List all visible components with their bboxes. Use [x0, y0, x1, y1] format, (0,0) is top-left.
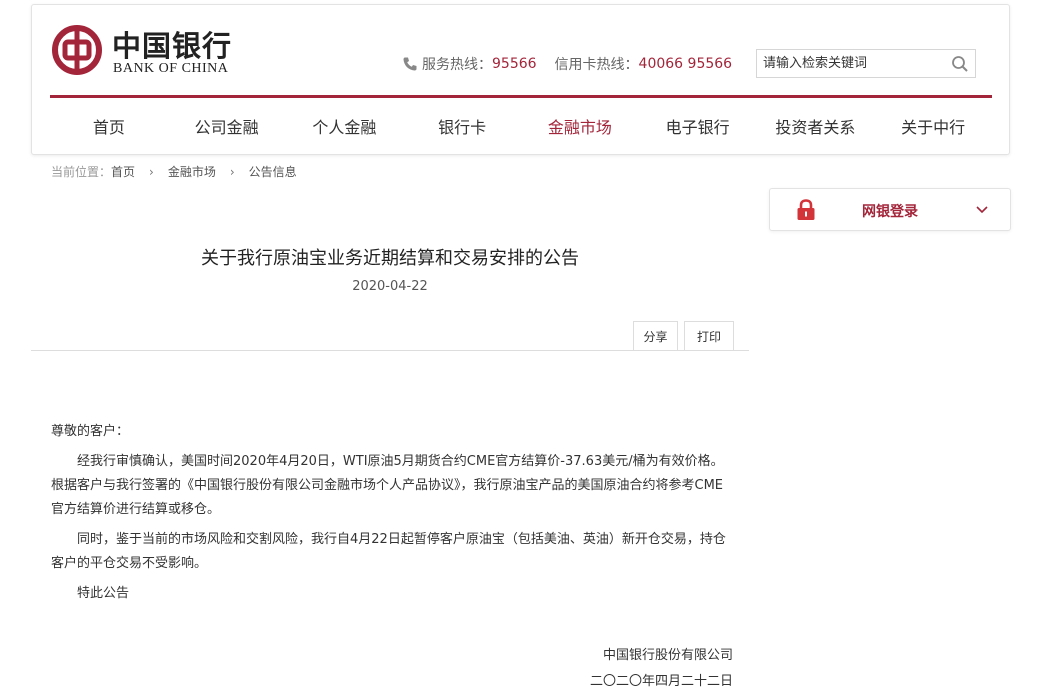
search-input[interactable] — [757, 50, 947, 77]
article-body: 尊敬的客户： 经我行审慎确认，美国时间2020年4月20日，WTI原油5月期货合… — [51, 420, 735, 612]
nav-item-financial-markets[interactable]: 金融市场 — [521, 98, 639, 154]
article-title: 关于我行原油宝业务近期结算和交易安排的公告 — [201, 248, 579, 269]
paragraph-suspension: 同时，鉴于当前的市场风险和交割风险，我行自4月22日起暂停客户原油宝（包括美油、… — [51, 532, 726, 571]
breadcrumb: 当前位置： 首页 › 金融市场 › 公告信息 — [51, 163, 297, 180]
main-nav: 首页 公司金融 个人金融 银行卡 金融市场 电子银行 投资者关系 关于中行 — [50, 98, 992, 154]
logo-chinese-name: 中国银行 — [112, 29, 233, 63]
search-box — [756, 49, 976, 78]
lock-icon — [797, 199, 815, 220]
hotlines: 服务热线： 95566 信用卡热线： 40066 95566 — [402, 54, 732, 74]
bank-of-china-logo-icon — [52, 25, 102, 75]
closing-line: 特此公告 — [77, 586, 130, 601]
article-tools: 分享 打印 — [633, 321, 734, 350]
credit-hotline-number: 40066 95566 — [638, 56, 733, 72]
signature-date: 二〇二〇年四月二十二日 — [589, 674, 733, 689]
nav-item-about[interactable]: 关于中行 — [874, 98, 992, 154]
site-header: 中国银行 BANK OF CHINA 服务热线： 95566 信用卡热线： 40… — [31, 4, 1010, 155]
credit-hotline-label: 信用卡热线： — [554, 57, 639, 73]
nav-item-home[interactable]: 首页 — [50, 98, 168, 154]
nav-item-cards[interactable]: 银行卡 — [403, 98, 521, 154]
nav-item-investor-relations[interactable]: 投资者关系 — [757, 98, 875, 154]
article-date: 2020-04-22 — [352, 279, 428, 294]
chevron-right-icon: › — [149, 164, 154, 179]
breadcrumb-announcements[interactable]: 公告信息 — [249, 163, 297, 180]
chevron-down-icon — [976, 206, 988, 214]
nav-item-e-banking[interactable]: 电子银行 — [639, 98, 757, 154]
breadcrumb-financial-markets[interactable]: 金融市场 — [168, 163, 216, 180]
signature-org: 中国银行股份有限公司 — [602, 648, 733, 663]
login-label: 网银登录 — [862, 204, 918, 220]
logo-english-name: BANK OF CHINA — [113, 61, 229, 76]
phone-icon — [403, 57, 417, 71]
nav-item-corporate[interactable]: 公司金融 — [168, 98, 286, 154]
chevron-right-icon: › — [229, 164, 235, 179]
print-button[interactable]: 打印 — [684, 321, 734, 350]
online-banking-login[interactable]: 网银登录 — [769, 188, 1011, 231]
article-divider — [31, 350, 749, 351]
service-hotline-number: 95566 — [492, 56, 537, 72]
search-icon[interactable] — [951, 55, 969, 73]
share-button[interactable]: 分享 — [633, 321, 678, 350]
bank-logo[interactable]: 中国银行 BANK OF CHINA — [52, 23, 232, 81]
service-hotline-label: 服务热线： — [422, 57, 492, 73]
paragraph-settlement: 经我行审慎确认，美国时间2020年4月20日，WTI原油5月期货合约CME官方结… — [51, 454, 724, 517]
breadcrumb-home[interactable]: 首页 — [111, 163, 135, 180]
nav-item-personal[interactable]: 个人金融 — [286, 98, 404, 154]
salutation: 尊敬的客户： — [51, 424, 130, 439]
breadcrumb-prefix: 当前位置： — [51, 165, 112, 179]
